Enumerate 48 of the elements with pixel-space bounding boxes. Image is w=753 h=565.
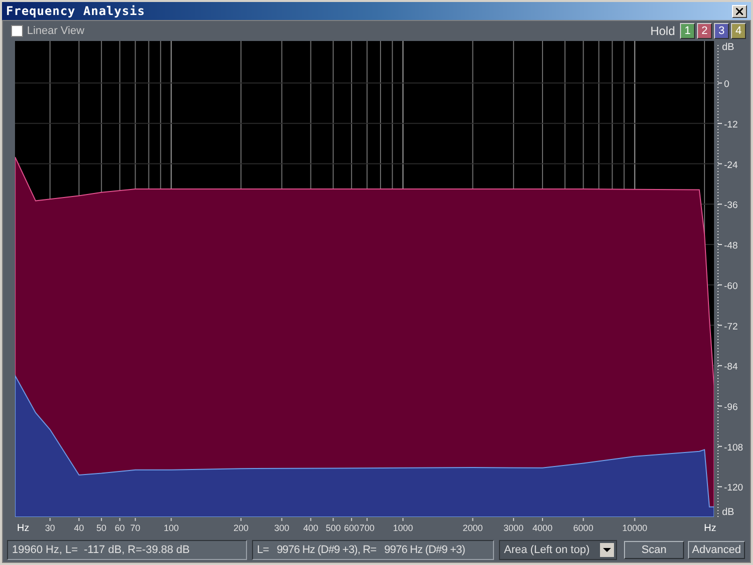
axis-unit-label: Hz (704, 523, 716, 534)
axis-tick-label: 70 (130, 523, 140, 533)
cursor-readout: 19960 Hz, L= -117 dB, R=-39.88 dB (7, 540, 247, 560)
axis-tick-label: 100 (164, 523, 179, 533)
axis-tick-label: 2000 (462, 523, 483, 533)
axis-tick-label: -72 (724, 321, 738, 332)
axis-tick-label: -12 (724, 119, 738, 130)
axis-tick-label: 600 (344, 523, 360, 533)
axis-tick-label: -84 (724, 362, 738, 373)
axis-tick-label: -120 (724, 482, 744, 494)
axis-tick-label: 300 (274, 523, 290, 533)
axis-tick-label: -60 (724, 280, 738, 292)
hold-label: Hold (650, 23, 675, 40)
hold-slot-button[interactable]: 1 (680, 23, 695, 39)
axis-unit-label: dB (722, 507, 734, 518)
peak-readout: L= 9976 Hz (D#9 +3), R= 9976 Hz (D#9 +3) (252, 540, 494, 560)
axis-unit-label: Hz (17, 523, 30, 534)
axis-tick-label: -48 (724, 240, 738, 252)
close-icon (736, 8, 743, 14)
hold-slot-button[interactable]: 2 (697, 23, 712, 39)
axis-tick-label: -24 (724, 160, 738, 171)
axis-tick-label: 700 (360, 523, 375, 533)
axis-tick-label: 60 (114, 523, 125, 533)
axis-tick-label: 3000 (504, 523, 524, 533)
hold-slot-button[interactable]: 4 (731, 23, 746, 39)
axis-tick-label: -36 (724, 200, 738, 212)
axis-tick-label: -96 (724, 402, 738, 413)
hold-slot-button[interactable]: 3 (714, 23, 729, 39)
checkbox-label: Linear View (27, 24, 84, 39)
axis-tick-label: 40 (74, 523, 84, 533)
scan-button[interactable]: Scan (624, 541, 684, 559)
checkbox[interactable] (11, 25, 23, 37)
window-title: Frequency Analysis (6, 3, 146, 20)
axis-tick-label: -108 (724, 442, 744, 454)
axis-tick-label: 6000 (573, 523, 594, 533)
axis-tick-label: 30 (45, 523, 56, 533)
axis-tick-label: 10000 (622, 523, 648, 533)
axis-tick-label: 50 (96, 523, 106, 533)
close-button[interactable] (732, 4, 747, 18)
axis-unit-label: dB (722, 42, 734, 53)
axis-tick-label: 0 (724, 79, 730, 90)
axis-tick-label: 4000 (532, 523, 553, 533)
axis-tick-label: 1000 (392, 523, 413, 533)
axis-tick-label: 500 (326, 523, 341, 533)
axis-tick-label: 200 (233, 523, 248, 533)
axis-tick-label: 400 (303, 523, 318, 533)
display-mode-dropdown[interactable]: Area (Left on top) (499, 540, 617, 560)
advanced-button[interactable]: Advanced (688, 541, 745, 559)
